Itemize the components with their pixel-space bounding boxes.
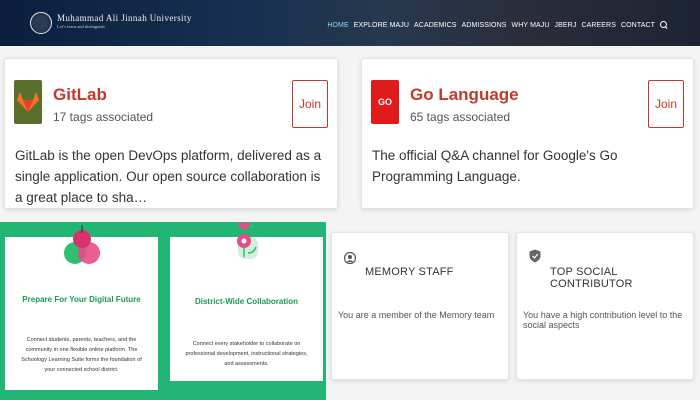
brand-tagline: Let’s learn and distinguish [57,24,105,29]
collective-title[interactable]: GitLab [53,85,107,105]
badge-description: You are a member of the Memory team [338,310,495,320]
collective-tags: 17 tags associated [53,110,154,124]
collective-tags: 65 tags associated [410,110,511,124]
badge-title: MEMORY STAFF [365,266,454,278]
collective-title[interactable]: Go Language [410,85,519,105]
gitlab-icon [14,80,42,124]
join-button[interactable]: Join [648,80,684,128]
badge-description: You have a high contribution level to th… [523,310,683,330]
feature-text: Connect students, parents, teachers, and… [21,337,142,373]
badge-card-memory-staff: MEMORY STAFF You are a member of the Mem… [331,232,509,380]
brand[interactable]: Muhammad Ali Jinnah University Let’s lea… [57,13,192,29]
digital-future-illustration [64,225,100,264]
site-header: Muhammad Ali Jinnah University Let’s lea… [0,0,700,46]
shield-icon [529,249,541,263]
brand-name: Muhammad Ali Jinnah University [57,13,192,23]
collective-description: GitLab is the open DevOps platform, deli… [15,148,322,205]
join-button[interactable]: Join [292,80,328,128]
main-nav: HOME EXPLORE MAJU ACADEMICS ADMISSIONS W… [327,21,668,29]
nav-explore[interactable]: EXPLORE MAJU [354,22,409,29]
go-icon: GO [371,80,399,124]
badge-title: TOP SOCIAL CONTRIBUTOR [550,266,633,290]
feature-title: Prepare For Your Digital Future [22,295,141,304]
nav-admissions[interactable]: ADMISSIONS [462,22,507,29]
university-logo[interactable] [30,12,52,34]
nav-why-maju[interactable]: WHY MAJU [512,22,550,29]
badge-card-top-contributor: TOP SOCIAL CONTRIBUTOR You have a high c… [516,232,694,380]
collective-card-gitlab: GitLab 17 tags associated Join GitLab is… [4,58,338,209]
collective-card-go: GO Go Language 65 tags associated Join T… [361,58,694,209]
feature-card-digital-future: Prepare For Your Digital Future Connect … [5,225,158,390]
feature-card-collaboration: District-Wide Collaboration Connect ever… [170,223,323,381]
collective-description: The official Q&A channel for Google's Go… [372,148,618,184]
nav-academics[interactable]: ACADEMICS [414,22,457,29]
nav-jberj[interactable]: JBERJ [555,22,577,29]
nav-home[interactable]: HOME [327,22,348,29]
search-icon[interactable] [660,21,668,29]
staff-badge-icon [344,251,356,265]
nav-contact[interactable]: CONTACT [621,22,655,29]
feature-title: District-Wide Collaboration [194,297,299,306]
collaboration-illustration [237,223,258,259]
feature-text: Connect every stakeholder to collaborate… [185,341,308,367]
nav-careers[interactable]: CAREERS [581,22,616,29]
